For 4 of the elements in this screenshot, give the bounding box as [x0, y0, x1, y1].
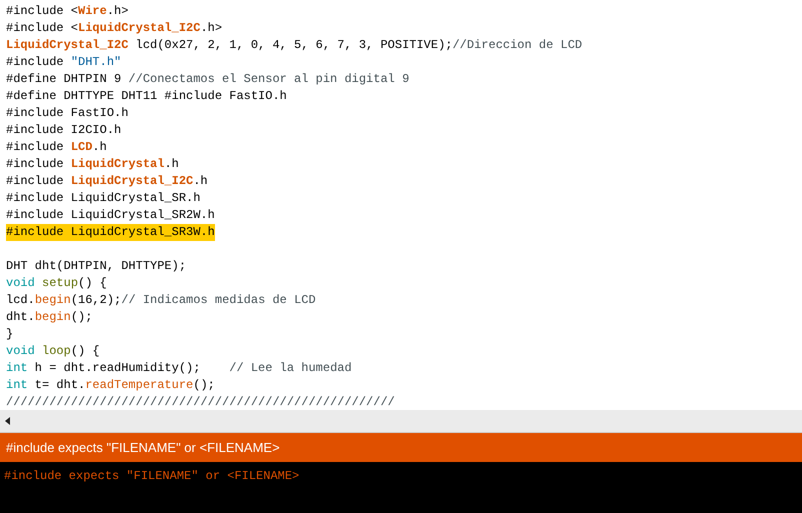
scroll-left-icon[interactable] [5, 417, 10, 425]
console-line: #include expects "FILENAME" or <FILENAME> [4, 468, 300, 485]
error-message: #include expects "FILENAME" or <FILENAME> [6, 438, 280, 457]
horizontal-scrollbar[interactable] [0, 410, 802, 433]
